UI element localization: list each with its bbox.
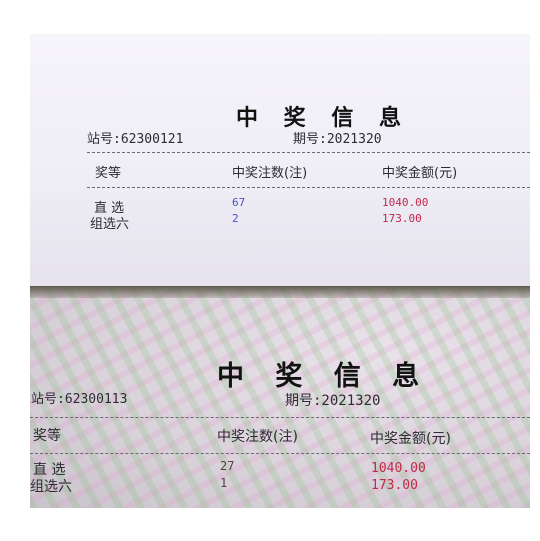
period-number: 期号:2021320: [285, 393, 381, 409]
photo-top: 中 奖 信 息 站号:62300121 期号:2021320 奖等 中奖注数(注…: [30, 34, 530, 286]
screen-edge-shadow: [30, 286, 530, 298]
header-winning-count: 中奖注数(注): [232, 166, 308, 181]
row-level: 组选六: [30, 479, 72, 495]
header-divider-top: [30, 417, 530, 418]
row-count: 1: [220, 476, 228, 490]
station-number: 站号:62300113: [31, 392, 128, 407]
header-prize-level: 奖等: [95, 166, 122, 181]
header-prize-level: 奖等: [33, 428, 61, 444]
header-divider-top: [87, 152, 530, 153]
header-divider-bottom: [87, 187, 530, 188]
row-count: 67: [232, 196, 246, 209]
row-amount: 173.00: [382, 212, 422, 225]
header-divider-bottom: [30, 453, 530, 454]
station-number: 站号:62300121: [87, 132, 184, 147]
header-winning-count: 中奖注数(注): [217, 429, 298, 445]
row-amount: 1040.00: [382, 196, 429, 209]
header-prize-amount: 中奖金额(元): [382, 166, 458, 181]
row-amount: 173.00: [371, 478, 418, 493]
photo-bottom: 中 奖 信 息 站号:62300113 期号:2021320 奖等 中奖注数(注…: [30, 286, 530, 508]
prize-info-title: 中 奖 信 息: [217, 361, 431, 392]
header-prize-amount: 中奖金额(元): [370, 431, 451, 447]
row-count: 2: [232, 212, 239, 225]
period-number: 期号:2021320: [293, 132, 382, 147]
row-level: 组选六: [90, 217, 130, 232]
row-amount: 1040.00: [371, 461, 426, 476]
row-count: 27: [220, 459, 235, 473]
